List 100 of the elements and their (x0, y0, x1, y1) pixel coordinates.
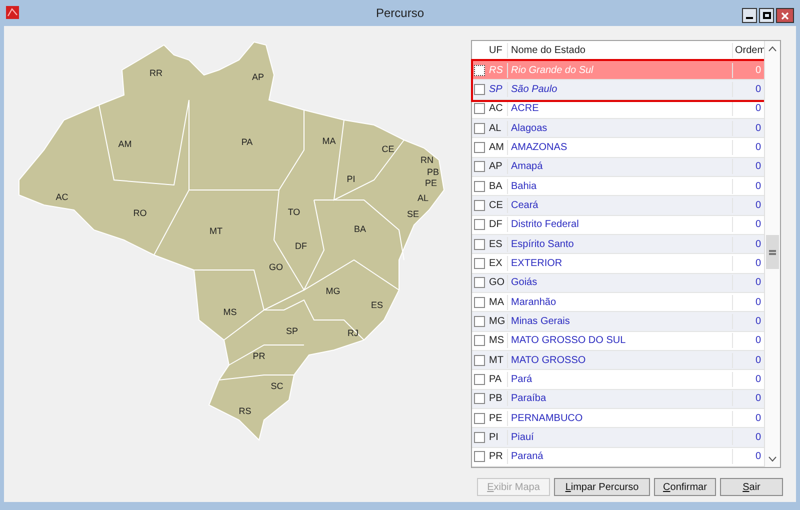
row-checkbox[interactable] (474, 103, 484, 114)
table-cell: Maranhão (507, 294, 732, 310)
table-row[interactable]: PA Pará 0 (472, 370, 764, 390)
row-checkbox[interactable] (474, 316, 484, 327)
state-label: PB (427, 167, 439, 177)
table-cell: AMAZONAS (507, 140, 732, 155)
row-checkbox[interactable] (474, 122, 484, 134)
state-label: PE (425, 178, 437, 188)
state-label: AL (418, 193, 428, 203)
scrollbar[interactable] (764, 41, 780, 467)
table-cell: Goiás (507, 275, 732, 290)
table-cell: Paraná (507, 449, 732, 464)
row-checkbox[interactable] (474, 161, 484, 172)
table-row[interactable]: PR Paraná 0 (472, 448, 764, 468)
table-cell: PERNAMBUCO (507, 410, 732, 426)
table-row[interactable]: SP São Paulo 0 (472, 80, 764, 100)
row-checkbox[interactable] (474, 142, 484, 153)
table-cell-text: EX (488, 256, 504, 271)
table-cell: Alagoas (507, 120, 732, 136)
table-cell: Espírito Santo (507, 236, 732, 252)
row-checkbox[interactable] (474, 296, 484, 308)
state-label: MT (210, 226, 222, 236)
row-checkbox[interactable] (474, 64, 484, 76)
row-checkbox[interactable] (474, 374, 484, 386)
table-row[interactable]: PI Piauí 0 (472, 428, 764, 448)
row-checkbox[interactable] (474, 200, 484, 211)
close-button[interactable] (776, 8, 794, 23)
state-label: AM (118, 139, 132, 149)
table-cell-text: PI (488, 431, 500, 446)
table-cell-text: PB (488, 392, 504, 406)
table-cell-text: MT (488, 354, 504, 368)
table-cell: Minas Gerais (507, 314, 732, 329)
row-checkbox[interactable] (474, 277, 484, 288)
state-label: RJ (348, 328, 358, 338)
table-row[interactable]: EX EXTERIOR 0 (472, 254, 764, 274)
row-checkbox[interactable] (474, 219, 484, 230)
state-label: RN (420, 155, 434, 165)
table-cell-text: RS (488, 64, 504, 78)
table-row[interactable]: GO Goiás 0 (472, 274, 764, 293)
row-checkbox[interactable] (474, 258, 484, 269)
table-row[interactable]: MS MATO GROSSO DO SUL 0 (472, 332, 764, 352)
dialog-button[interactable]: Limpar Percurso (554, 478, 650, 496)
table-row[interactable]: DF Distrito Federal 0 (472, 216, 764, 235)
table-cell: Pará (507, 372, 732, 388)
row-checkbox[interactable] (474, 84, 484, 95)
table-row[interactable]: AP Amapá 0 (472, 158, 764, 177)
table-cell-text: MA (488, 296, 505, 310)
table-cell-text: AC (488, 102, 504, 116)
row-checkbox[interactable] (474, 238, 484, 250)
column-header[interactable]: UF (486, 42, 507, 58)
column-header[interactable]: Nome do Estado (507, 42, 732, 58)
table-cell: São Paulo (507, 82, 732, 97)
row-checkbox[interactable] (474, 412, 484, 424)
table-row[interactable]: AL Alagoas 0 (472, 118, 764, 138)
table-cell-text: MG (488, 315, 506, 329)
row-checkbox[interactable] (474, 432, 484, 444)
row-checkbox[interactable] (474, 180, 484, 192)
scroll-thumb[interactable] (766, 235, 779, 269)
dialog-button[interactable]: Confirmar (654, 478, 716, 496)
table-row[interactable]: MG Minas Gerais 0 (472, 312, 764, 332)
table-cell-text: GO (488, 276, 506, 290)
state-label: MG (326, 286, 340, 296)
table-cell-text: PE (488, 412, 504, 426)
table-row[interactable]: ES Espírito Santo 0 (472, 234, 764, 254)
dialog-button[interactable]: Sair (720, 478, 783, 496)
state-label: MS (223, 307, 237, 317)
table-cell: Rio Grande do Sul (507, 62, 732, 78)
state-label: BA (354, 224, 366, 234)
window-title: Percurso (376, 5, 424, 22)
table-cell-text: SP (488, 82, 504, 97)
scroll-up-icon[interactable] (768, 46, 777, 52)
minimize-button[interactable] (742, 8, 757, 23)
maximize-button[interactable] (759, 8, 774, 23)
table-cell: Ceará (507, 198, 732, 213)
row-checkbox[interactable] (474, 335, 484, 346)
table-row[interactable]: PB Paraíba 0 (472, 390, 764, 410)
table-row[interactable]: PE PERNAMBUCO 0 (472, 409, 764, 428)
table-cell-text: PR (488, 450, 504, 464)
table-cell-text: MS (488, 334, 505, 348)
state-label: SC (270, 381, 284, 391)
table-row[interactable]: MA Maranhão 0 (472, 292, 764, 312)
table-cell: Piauí (507, 430, 732, 446)
table-cell-text: AP (488, 160, 504, 174)
table-cell-text: ES (488, 238, 504, 252)
state-label: TO (288, 207, 300, 217)
state-label: RO (133, 208, 147, 218)
state-label: GO (269, 262, 283, 272)
scroll-down-icon[interactable] (768, 456, 777, 462)
table-row[interactable]: AM AMAZONAS 0 (472, 138, 764, 158)
table-row[interactable]: BA Bahia 0 (472, 176, 764, 196)
table-row[interactable]: MT MATO GROSSO 0 (472, 351, 764, 370)
row-checkbox[interactable] (474, 393, 484, 404)
state-label: AC (56, 192, 68, 202)
state-label: SP (286, 326, 298, 336)
row-checkbox[interactable] (474, 354, 484, 366)
table-cell: EXTERIOR (507, 256, 732, 271)
row-checkbox[interactable] (474, 451, 484, 462)
table-row[interactable]: CE Ceará 0 (472, 196, 764, 216)
table-cell: ACRE (507, 101, 732, 116)
state-label: DF (295, 241, 307, 251)
